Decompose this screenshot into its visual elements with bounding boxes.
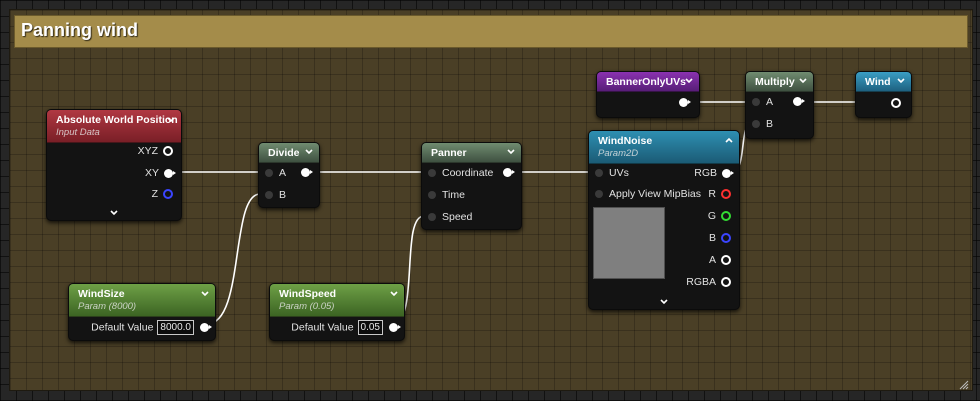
node-divide[interactable]: Divide A B [258,142,320,208]
chevron-down-icon[interactable] [304,147,314,157]
input-pin-time[interactable]: Time [428,189,465,203]
default-value-row[interactable]: Default Value 8000.0 [91,320,212,335]
input-pin-b[interactable]: B [265,189,286,203]
input-pin-uvs[interactable]: UVs [595,167,629,181]
node-wind-speed[interactable]: WindSpeed Param (0.05) Default Value 0.05 [269,283,405,341]
chevron-down-icon[interactable] [200,289,210,299]
pin-icon [721,277,731,288]
pin-icon [164,168,176,178]
pin-icon [752,98,760,107]
input-pin-a[interactable]: A [752,96,773,110]
node-wind-size[interactable]: WindSize Param (8000) Default Value 8000.… [68,283,216,341]
chevron-down-icon[interactable] [684,76,694,86]
output-pin[interactable] [793,97,805,106]
output-pin-xy[interactable]: XY [145,167,176,181]
pin-icon [163,146,173,157]
input-pin-b[interactable]: B [752,118,773,132]
output-pin[interactable] [679,98,691,107]
input-pin-apply-view-mipbias[interactable]: Apply View MipBias [595,188,701,202]
default-value-label: Default Value [291,321,354,334]
node-panner[interactable]: Panner Coordinate Time Speed [421,142,522,230]
pin-icon [721,233,731,244]
pin-icon [595,190,603,199]
pin-icon [428,191,436,200]
node-header[interactable]: WindSize Param (8000) [69,284,215,317]
node-header[interactable]: BannerOnlyUVs [597,72,699,92]
default-value-label: Default Value [91,321,154,334]
output-pin-g[interactable]: G [708,210,731,224]
node-title: WindSize [78,288,125,300]
output-pin[interactable] [301,168,313,177]
node-wind-noise[interactable]: WindNoise Param2D UVs Apply View MipBias… [588,130,740,310]
texture-preview [593,207,665,279]
output-pin-xyz[interactable]: XYZ [138,145,173,159]
node-header[interactable]: WindSpeed Param (0.05) [270,284,404,317]
chevron-down-icon[interactable] [659,297,669,305]
node-subtitle: Param (0.05) [279,301,335,312]
node-multiply[interactable]: Multiply A B [745,71,814,139]
node-header[interactable]: Wind [856,72,911,92]
output-pin[interactable] [503,168,515,177]
node-title: BannerOnlyUVs [606,76,686,88]
chevron-down-icon[interactable] [506,147,516,157]
node-title: Divide [268,147,300,159]
chevron-down-icon[interactable] [798,76,808,86]
pin-icon [163,189,173,200]
chevron-down-icon[interactable] [896,76,906,86]
node-title: WindNoise [598,135,653,147]
output-pin[interactable] [891,98,901,108]
output-pin-z[interactable]: Z [152,188,173,202]
pin-icon [721,255,731,266]
output-pin-r[interactable]: R [708,188,731,202]
node-title: Multiply [755,76,795,88]
pin-icon [595,169,603,178]
pin-icon [265,169,273,178]
output-pin-a[interactable]: A [709,254,731,268]
chevron-down-icon[interactable] [389,289,399,299]
default-value-row[interactable]: Default Value 0.05 [291,320,401,335]
pin-icon [752,120,760,129]
node-header[interactable]: Absolute World Position Input Data [47,110,181,143]
node-header[interactable]: Panner [422,143,521,163]
output-pin-rgba[interactable]: RGBA [686,276,731,290]
output-pin[interactable] [389,323,401,332]
node-header[interactable]: Multiply [746,72,813,92]
pin-icon [265,191,273,200]
default-value-field[interactable]: 8000.0 [157,320,194,335]
chevron-down-icon[interactable] [166,115,176,125]
input-pin-coordinate[interactable]: Coordinate [428,167,493,181]
output-pin[interactable] [200,323,212,332]
chevron-up-icon[interactable] [724,136,734,146]
pin-icon [721,211,731,222]
output-pin-b[interactable]: B [709,232,731,246]
default-value-field[interactable]: 0.05 [357,320,383,335]
node-wind[interactable]: Wind [855,71,912,118]
node-title: Absolute World Position [56,114,178,126]
pin-icon [428,213,436,222]
input-pin-speed[interactable]: Speed [428,211,472,225]
pin-icon [722,168,734,178]
pin-icon [721,189,731,200]
output-pin-rgb[interactable]: RGB [694,167,734,181]
node-title: WindSpeed [279,288,337,300]
node-absolute-world-position[interactable]: Absolute World Position Input Data XYZ X… [46,109,182,221]
input-pin-a[interactable]: A [265,167,286,181]
chevron-down-icon[interactable] [109,208,119,216]
node-subtitle: Param (8000) [78,301,137,312]
node-title: Panner [431,147,467,159]
node-subtitle: Input Data [56,127,100,138]
node-banner-only-uvs[interactable]: BannerOnlyUVs [596,71,700,118]
pin-icon [428,169,436,178]
node-subtitle: Param2D [598,148,639,159]
node-header[interactable]: Divide [259,143,319,163]
node-title: Wind [865,76,891,88]
node-header[interactable]: WindNoise Param2D [589,131,739,164]
